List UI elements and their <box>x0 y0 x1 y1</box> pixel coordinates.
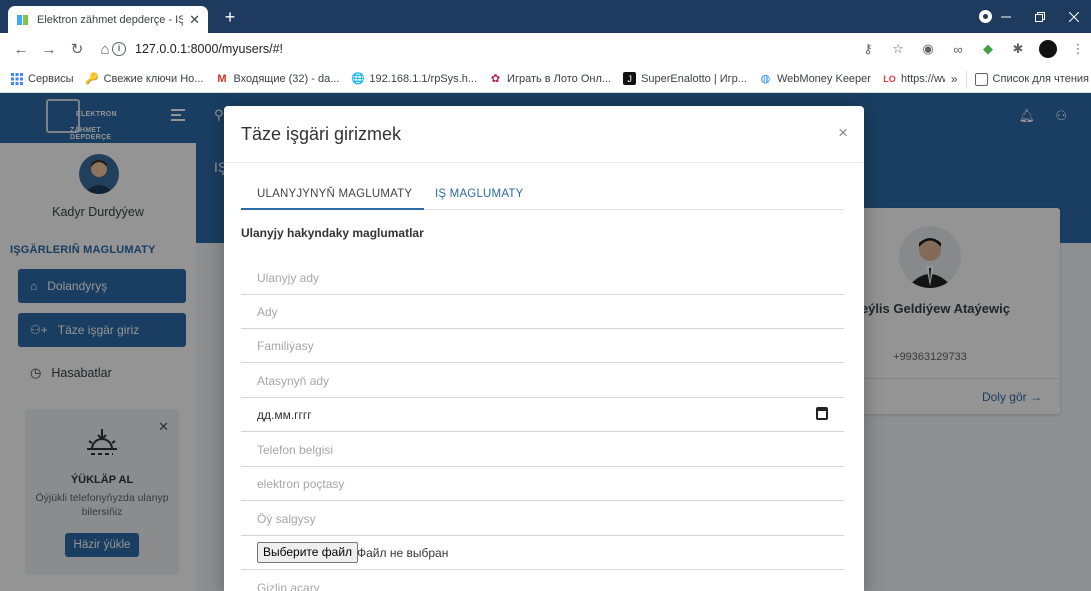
extensions-puzzle-icon[interactable]: ✱ <box>1007 38 1029 60</box>
password-input[interactable] <box>241 571 844 591</box>
reading-list-icon <box>974 72 988 86</box>
gmail-icon: M <box>217 72 227 85</box>
bookmark-item[interactable]: ✿ Играть в Лото Онл... <box>489 72 612 86</box>
new-tab-button[interactable]: + <box>219 7 241 29</box>
back-icon[interactable]: ← <box>8 36 34 62</box>
site-info-icon[interactable]: i <box>112 42 126 56</box>
file-status-text: Файл не выбран <box>357 546 449 560</box>
lottery-icon: LO <box>883 73 896 84</box>
tab-user-info[interactable]: ULANYJYNYŇ MAGLUMATY <box>240 188 425 210</box>
extension-3-icon[interactable]: ◆ <box>977 38 999 60</box>
bookmark-item[interactable]: 🔑 Свежие ключи Но... <box>85 72 204 86</box>
bookmark-item[interactable]: ◍ WebMoney Keeper <box>759 72 871 86</box>
last-name-input[interactable] <box>241 329 844 362</box>
section-title: Ulanyjy hakyndaky maglumatlar <box>241 226 424 240</box>
first-name-input[interactable] <box>241 295 844 328</box>
close-window-icon[interactable] <box>1057 0 1091 33</box>
address-field <box>241 502 844 536</box>
modal-title: Täze işgäri girizmek <box>241 124 402 144</box>
password-key-icon[interactable]: ⚷ <box>857 38 879 60</box>
site-favicon-icon <box>16 13 30 27</box>
globe-icon: 🌐 <box>351 73 365 85</box>
reload-icon[interactable]: ↻ <box>64 36 90 62</box>
restore-icon[interactable] <box>1023 0 1057 33</box>
father-name-field <box>241 364 844 398</box>
bookmark-item[interactable]: M Входящие (32) - da... <box>215 72 339 85</box>
address-bar[interactable]: i 127.0.0.1:8000/myusers/#! <box>112 37 892 61</box>
extension-2-icon[interactable]: ∞ <box>947 38 969 60</box>
key-icon: 🔑 <box>85 73 99 85</box>
forward-icon[interactable]: → <box>36 36 62 62</box>
bookmark-label: WebMoney Keeper <box>776 72 871 85</box>
browser-tab-strip: Elektron zähmet depderçe - IŞGÄ ✕ + <box>0 0 1091 33</box>
bookmarks-overflow: » Список для чтения <box>944 65 1091 92</box>
minimize-icon[interactable] <box>989 0 1023 33</box>
bookmark-label: Играть в Лото Онл... <box>507 72 612 85</box>
bookmark-label: Сервисы <box>28 72 74 85</box>
lotto-icon: ✿ <box>490 73 501 85</box>
choose-file-button[interactable]: Выберите файл <box>257 542 359 563</box>
bookmark-item[interactable]: J SuperEnalotto | Игр... <box>623 72 747 85</box>
address-input[interactable] <box>241 502 844 535</box>
last-name-field <box>241 329 844 363</box>
bookmarks-bar: Сервисы 🔑 Свежие ключи Но... M Входящие … <box>0 65 1091 93</box>
birth-date-field[interactable]: дд.мм.гггг <box>241 398 844 432</box>
extension-1-icon[interactable]: ◉ <box>917 38 939 60</box>
tab-job-info[interactable]: IŞ MAGLUMATY <box>435 188 523 200</box>
bookmark-label: 192.168.1.1/rpSys.h... <box>369 72 478 85</box>
bookmark-label: Свежие ключи Но... <box>103 72 204 85</box>
phone-field <box>241 433 844 467</box>
toolbar-icons: ⚷ ☆ ◉ ∞ ◆ ✱ ⋮ <box>849 33 1091 65</box>
apps-icon <box>10 72 23 85</box>
date-input-value: дд.мм.гггг <box>257 408 312 422</box>
superenalotto-icon: J <box>623 72 637 85</box>
url-text: 127.0.0.1:8000/myusers/#! <box>135 42 284 56</box>
browser-tab[interactable]: Elektron zähmet depderçe - IŞGÄ ✕ <box>8 6 208 33</box>
bookmark-star-icon[interactable]: ☆ <box>887 38 909 60</box>
email-input[interactable] <box>241 467 844 500</box>
webmoney-icon: ◍ <box>760 73 771 85</box>
bookmarks-divider <box>965 71 967 87</box>
father-name-input[interactable] <box>241 364 844 397</box>
reading-list-button[interactable]: Список для чтения <box>993 73 1089 85</box>
password-field <box>241 571 844 591</box>
bookmarks-more-button[interactable]: » <box>951 72 958 86</box>
username-input[interactable] <box>241 261 844 294</box>
bookmark-item[interactable]: 🌐 192.168.1.1/rpSys.h... <box>351 72 478 86</box>
chrome-menu-icon[interactable]: ⋮ <box>1067 38 1089 60</box>
modal-header: Täze işgäri girizmek × <box>224 106 864 163</box>
tab-title: Elektron zähmet depderçe - IŞGÄ <box>37 13 184 26</box>
modal-tabs: ULANYJYNYŇ MAGLUMATY IŞ MAGLUMATY <box>240 182 844 210</box>
username-field <box>241 261 844 295</box>
phone-input[interactable] <box>241 433 844 466</box>
profile-avatar-icon[interactable] <box>1037 38 1059 60</box>
email-field <box>241 467 844 501</box>
bookmark-label: SuperEnalotto | Игр... <box>641 72 747 85</box>
calendar-icon[interactable] <box>816 407 828 420</box>
add-employee-modal: Täze işgäri girizmek × ULANYJYNYŇ MAGLUM… <box>224 106 864 591</box>
photo-upload-field: Выберите файл Файл не выбран <box>241 536 844 570</box>
bookmark-label: Входящие (32) - da... <box>233 72 340 85</box>
tab-close-icon[interactable]: ✕ <box>189 12 200 28</box>
bookmark-item[interactable]: Сервисы <box>10 72 74 85</box>
first-name-field <box>241 295 844 329</box>
modal-close-button[interactable]: × <box>838 123 848 143</box>
